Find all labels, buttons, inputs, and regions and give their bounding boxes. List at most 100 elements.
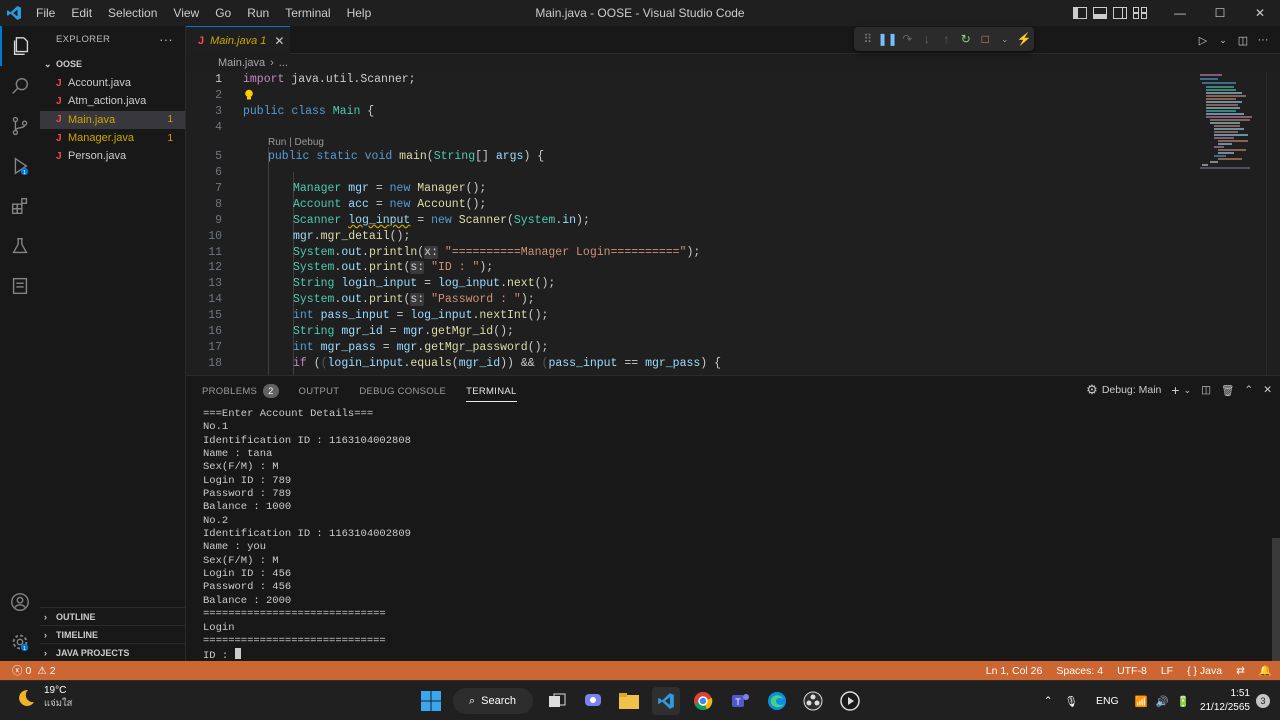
menu-terminal[interactable]: Terminal [277,0,338,26]
vscode-taskbar-icon[interactable] [652,687,680,715]
menu-run[interactable]: Run [239,0,277,26]
file-manager-java[interactable]: J Manager.java 1 [40,129,185,147]
cursor-position[interactable]: Ln 1, Col 26 [986,665,1043,677]
taskbar-search[interactable]: ⌕ Search [453,688,533,714]
step-over-icon[interactable]: ↷ [898,28,917,50]
minimize-button[interactable]: — [1160,0,1200,26]
pause-icon[interactable]: ❚❚ [877,28,897,50]
wifi-icon[interactable]: 📶 [1135,695,1148,708]
file-explorer-icon[interactable] [615,687,643,715]
customize-layout-icon[interactable] [1130,0,1150,26]
encoding[interactable]: UTF-8 [1117,665,1147,677]
menu-selection[interactable]: Selection [100,0,165,26]
stop-icon[interactable]: □ [976,28,995,50]
file-account-java[interactable]: J Account.java [40,74,185,92]
microphone-icon[interactable]: 🎙 [1065,695,1078,708]
search-icon[interactable] [0,66,40,106]
explorer-more-actions[interactable]: ··· [159,32,173,47]
run-java-icon[interactable]: ▷ [1194,34,1212,47]
menu-file[interactable]: File [28,0,63,26]
end-of-line[interactable]: LF [1161,665,1173,677]
breadcrumb-symbol[interactable]: ... [279,57,288,69]
folder-oose[interactable]: ⌄ OOSE [40,54,185,74]
source-control-icon[interactable] [0,106,40,146]
task-view-icon[interactable] [543,687,571,715]
split-terminal-icon[interactable]: ◫ [1201,384,1211,396]
tab-main-java[interactable]: J Main.java 1 ✕ [186,26,290,54]
accounts-icon[interactable] [0,582,40,622]
language-mode[interactable]: { } Java [1187,665,1222,677]
feedback-icon[interactable]: ⇄ [1236,665,1245,677]
remote-explorer-icon[interactable] [0,266,40,306]
notification-count-badge[interactable]: 3 [1256,694,1270,708]
manage-gear-icon[interactable]: 1 [0,622,40,662]
hot-code-replace-icon[interactable]: ⚡ [1015,28,1034,50]
terminal-scrollbar[interactable] [1272,538,1280,662]
notifications-bell-icon[interactable]: 🔔 [1259,664,1272,677]
windows-start-icon[interactable] [417,687,445,715]
run-and-debug-icon[interactable]: 1 [0,146,40,186]
status-problems[interactable]: ⓧ 0 ⚠ 2 [0,661,56,680]
editor-tabs: J Main.java 1 ✕ [186,26,1280,54]
media-player-icon[interactable] [836,687,864,715]
toggle-primary-sidebar-icon[interactable] [1070,0,1090,26]
testing-icon[interactable] [0,226,40,266]
chrome-icon[interactable] [689,687,717,715]
menu-view[interactable]: View [165,0,207,26]
tab-output[interactable]: OUTPUT [299,376,340,406]
codelens-run-debug[interactable]: Run | Debug [268,137,324,148]
debug-gear-icon[interactable]: ⚙ [1086,382,1098,398]
terminal-output[interactable]: ===Enter Account Details=== No.1 Identif… [203,408,1263,662]
menu-edit[interactable]: Edit [63,0,100,26]
close-button[interactable]: ✕ [1240,0,1280,26]
file-person-java[interactable]: J Person.java [40,147,185,165]
maximize-button[interactable]: ☐ [1200,0,1240,26]
terminal-selector[interactable]: Debug: Main [1102,384,1162,396]
new-terminal-icon[interactable]: + [1171,382,1179,398]
input-language[interactable]: ENG [1096,695,1119,707]
minimap-line [1210,119,1250,121]
obs-icon[interactable] [799,687,827,715]
maximize-panel-icon[interactable]: ⌃ [1244,384,1253,396]
close-tab-icon[interactable]: ✕ [274,34,284,48]
chat-icon[interactable] [579,687,607,715]
split-editor-icon[interactable]: ◫ [1234,34,1252,47]
battery-icon[interactable]: 🔋 [1177,695,1190,708]
teams-icon[interactable]: T [726,687,754,715]
chevron-up-icon[interactable]: ⌃ [1044,695,1053,707]
drag-handle-icon[interactable]: ⠿ [858,28,877,50]
chevron-down-icon[interactable]: ⌄ [1184,385,1192,396]
tab-terminal[interactable]: TERMINAL [466,376,518,406]
restart-icon[interactable]: ↻ [956,28,975,50]
minimap-line [1202,164,1208,166]
step-into-icon[interactable]: ↓ [917,28,936,50]
menu-go[interactable]: Go [207,0,239,26]
tab-debug-console[interactable]: DEBUG CONSOLE [359,376,446,406]
toggle-secondary-sidebar-icon[interactable] [1110,0,1130,26]
section-timeline[interactable]: › TIMELINE [40,625,186,643]
file-atm-action-java[interactable]: J Atm_action.java [40,92,185,110]
indentation[interactable]: Spaces: 4 [1056,665,1103,677]
section-outline[interactable]: › OUTLINE [40,607,186,625]
edge-icon[interactable] [763,687,791,715]
clock[interactable]: 1:51 21/12/2565 [1200,687,1250,715]
chevron-down-icon[interactable]: ⌄ [1214,35,1232,46]
trash-icon[interactable]: 🗑 [1221,384,1234,397]
tab-problems[interactable]: PROBLEMS 2 [202,376,279,406]
step-out-icon[interactable]: ↑ [937,28,956,50]
extensions-icon[interactable] [0,186,40,226]
volume-icon[interactable]: 🔊 [1156,695,1169,708]
chevron-down-icon[interactable]: ⌄ [995,28,1014,50]
section-java-projects[interactable]: › JAVA PROJECTS [40,643,186,661]
code-editor[interactable]: 1 2 3 4 5 6 7 8 9 10 11 12 13 14 15 16 1… [186,72,1192,375]
file-main-java[interactable]: J Main.java 1 [40,110,185,129]
lightbulb-icon[interactable] [244,89,254,101]
weather-widget[interactable]: 19°C แจ่มใส [14,685,72,711]
breadcrumb-file[interactable]: Main.java [218,57,265,69]
menu-help[interactable]: Help [339,0,380,26]
close-panel-icon[interactable]: ✕ [1263,384,1272,396]
explorer-icon[interactable] [0,26,40,66]
more-actions-icon[interactable]: ··· [1254,34,1272,46]
editor-scrollbar[interactable] [1266,72,1280,375]
toggle-panel-icon[interactable] [1090,0,1110,26]
